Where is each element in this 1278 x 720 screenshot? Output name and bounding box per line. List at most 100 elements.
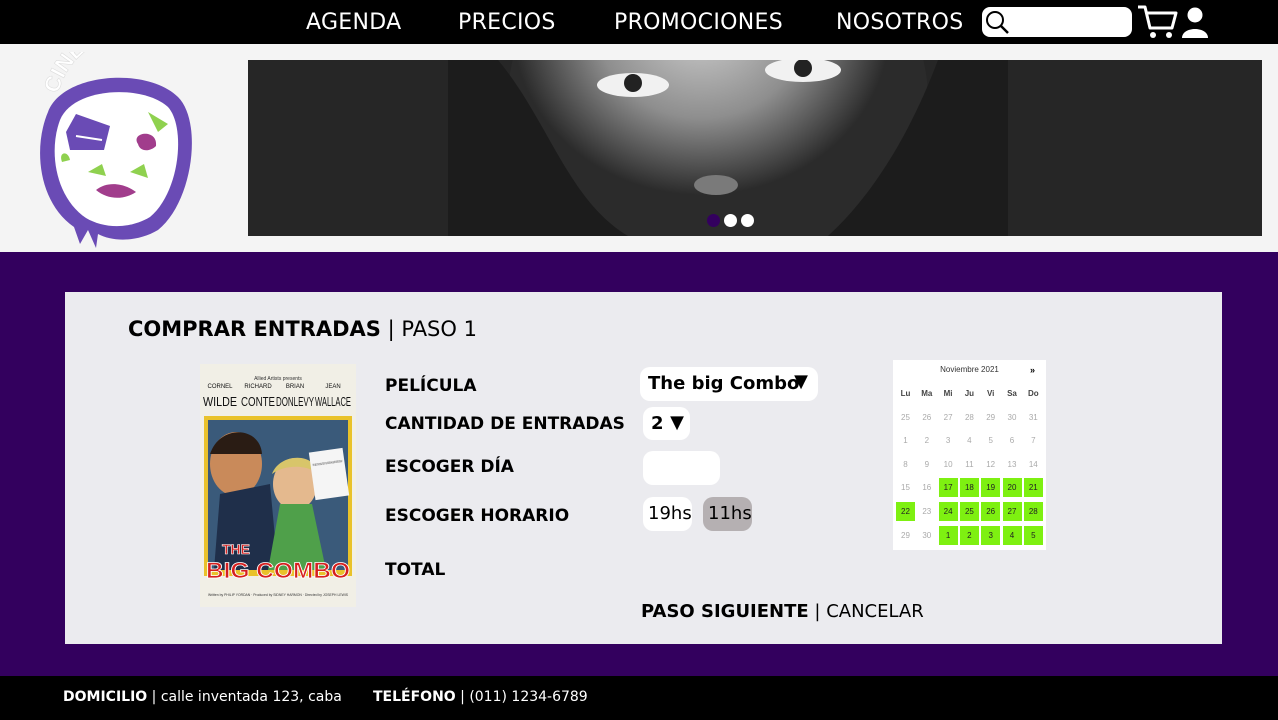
search-input[interactable] <box>1010 11 1126 33</box>
carousel-dot-active[interactable] <box>707 214 720 227</box>
calendar-day: 15 <box>901 483 910 493</box>
calendar-day: 4 <box>967 436 972 446</box>
calendar-day: 2 <box>924 436 930 446</box>
calendar-day-available[interactable]: 21 <box>1023 478 1043 498</box>
svg-text:JEAN: JEAN <box>325 384 340 390</box>
calendar-day-available[interactable]: 19 <box>981 478 1001 498</box>
time-option-label: 19hs <box>648 503 692 524</box>
calendar-day-available[interactable]: 24 <box>938 502 958 521</box>
calendar-day-available[interactable]: 26 <box>981 502 1001 521</box>
calendar-day-available[interactable]: 17 <box>938 478 958 498</box>
calendar-day: 31 <box>1028 412 1038 422</box>
svg-text:RICHARD: RICHARD <box>244 384 272 390</box>
calendar-day-available[interactable]: 20 <box>1002 478 1022 498</box>
phone-value: (011) 1234-6789 <box>469 689 588 705</box>
svg-text:THE: THE <box>222 541 250 557</box>
time-option-11hs-selected[interactable]: 11hs <box>703 497 752 531</box>
calendar-day: 25 <box>901 412 910 422</box>
calendar-day: 7 <box>1031 436 1036 446</box>
calendar-weekday: Vi <box>986 389 995 398</box>
calendar-day-available[interactable]: 22 <box>896 502 915 521</box>
title-separator: | <box>380 317 402 341</box>
calendar-day: 10 <box>943 459 953 469</box>
calendar-day-available[interactable]: 18 <box>959 478 979 498</box>
calendar-day-available[interactable]: 5 <box>1023 525 1043 545</box>
calendar-weekday: Mi <box>943 389 953 398</box>
calendar-day-available[interactable]: 4 <box>1002 525 1022 545</box>
calendar-day: 16 <box>922 483 932 493</box>
movie-select-value: The big Combo <box>648 373 800 394</box>
quantity-select[interactable]: 2 ▼ <box>643 407 690 440</box>
calendar-day: 29 <box>986 412 996 422</box>
calendar-weekday: Ma <box>921 389 933 398</box>
search-box <box>982 7 1132 37</box>
calendar-month-title: Noviembre 2021 <box>940 365 999 374</box>
footer-phone: TELÉFONO | (011) 1234-6789 <box>373 689 588 705</box>
calendar-day: 5 <box>988 436 993 446</box>
calendar-day-available[interactable]: 3 <box>981 525 1001 545</box>
nav-nosotros[interactable]: NOSOTROS <box>836 10 963 35</box>
time-option-19hs[interactable]: 19hs <box>643 497 692 531</box>
svg-text:CORNEL: CORNEL <box>207 384 233 390</box>
calendar-day: 11 <box>965 459 974 469</box>
address-value: calle inventada 123, caba <box>160 689 342 705</box>
phone-separator: | <box>455 689 470 705</box>
svg-text:WALLACE: WALLACE <box>315 394 351 409</box>
calendar-day: 28 <box>964 412 974 422</box>
nav-precios[interactable]: PRECIOS <box>458 10 556 35</box>
carousel-dot[interactable] <box>741 214 754 227</box>
next-step-button[interactable]: PASO SIGUIENTE <box>641 601 809 622</box>
calendar-day: 23 <box>922 507 932 516</box>
calendar-weekday: Do <box>1027 389 1039 398</box>
page-title: COMPRAR ENTRADAS | PASO 1 <box>128 317 477 341</box>
calendar-day: 30 <box>922 530 932 540</box>
label-cantidad: CANTIDAD DE ENTRADAS <box>385 414 625 434</box>
label-horario: ESCOGER HORARIO <box>385 506 570 526</box>
svg-text:WILDE: WILDE <box>203 394 237 409</box>
calendar-day: 29 <box>901 530 910 540</box>
form-actions: PASO SIGUIENTE | CANCELAR <box>641 601 924 622</box>
calendar-day: 30 <box>1007 412 1017 422</box>
svg-text:BRIAN: BRIAN <box>286 384 304 390</box>
calendar-day: 13 <box>1007 459 1017 469</box>
hero-carousel-image <box>248 60 1262 236</box>
label-pelicula: PELÍCULA <box>385 376 477 396</box>
calendar-day: 26 <box>922 412 932 422</box>
calendar-day-available[interactable]: 1 <box>938 525 958 545</box>
calendar-day: 9 <box>924 459 930 469</box>
svg-text:Allied Artists presents: Allied Artists presents <box>254 376 302 382</box>
calendar-weekday: Lu <box>900 389 911 398</box>
calendar-day: 3 <box>945 436 951 446</box>
carousel-dot[interactable] <box>724 214 737 227</box>
actions-separator: | <box>808 601 827 622</box>
address-label: DOMICILIO <box>63 689 148 705</box>
label-total: TOTAL <box>385 560 446 580</box>
calendar-day: 8 <box>903 459 908 469</box>
nav-promociones[interactable]: PROMOCIONES <box>614 10 783 35</box>
label-dia: ESCOGER DÍA <box>385 457 514 477</box>
calendar-day: 14 <box>1028 459 1038 469</box>
cart-icon[interactable] <box>1136 4 1178 40</box>
svg-text:DONLEVY: DONLEVY <box>276 394 314 409</box>
cancel-button[interactable]: CANCELAR <box>826 601 924 622</box>
chevron-down-icon: ▼ <box>794 371 808 392</box>
calendar-day-available[interactable]: 25 <box>959 502 979 521</box>
title-step: PASO 1 <box>401 317 477 341</box>
svg-text:BIG COMBO: BIG COMBO <box>206 558 350 583</box>
calendar-day-available[interactable]: 27 <box>1002 502 1022 521</box>
calendar-weekday: Ju <box>964 389 975 398</box>
calendar-day: 6 <box>1009 436 1015 446</box>
nav-agenda[interactable]: AGENDA <box>306 10 401 35</box>
calendar-next-button[interactable]: » <box>1030 365 1035 375</box>
calendar-day-available[interactable]: 2 <box>959 525 979 545</box>
time-option-label: 11hs <box>708 503 752 524</box>
user-icon[interactable] <box>1181 6 1209 38</box>
calendar-day-available[interactable]: 28 <box>1023 502 1043 521</box>
search-icon[interactable] <box>984 9 1010 35</box>
day-field[interactable] <box>643 451 720 485</box>
address-separator: | <box>147 689 161 705</box>
cine-melies-logo[interactable]: CINE MELIES <box>18 52 218 248</box>
footer-address: DOMICILIO | calle inventada 123, caba <box>63 689 342 705</box>
phone-label: TELÉFONO <box>373 689 456 705</box>
movie-select[interactable]: The big Combo ▼ <box>640 367 818 401</box>
